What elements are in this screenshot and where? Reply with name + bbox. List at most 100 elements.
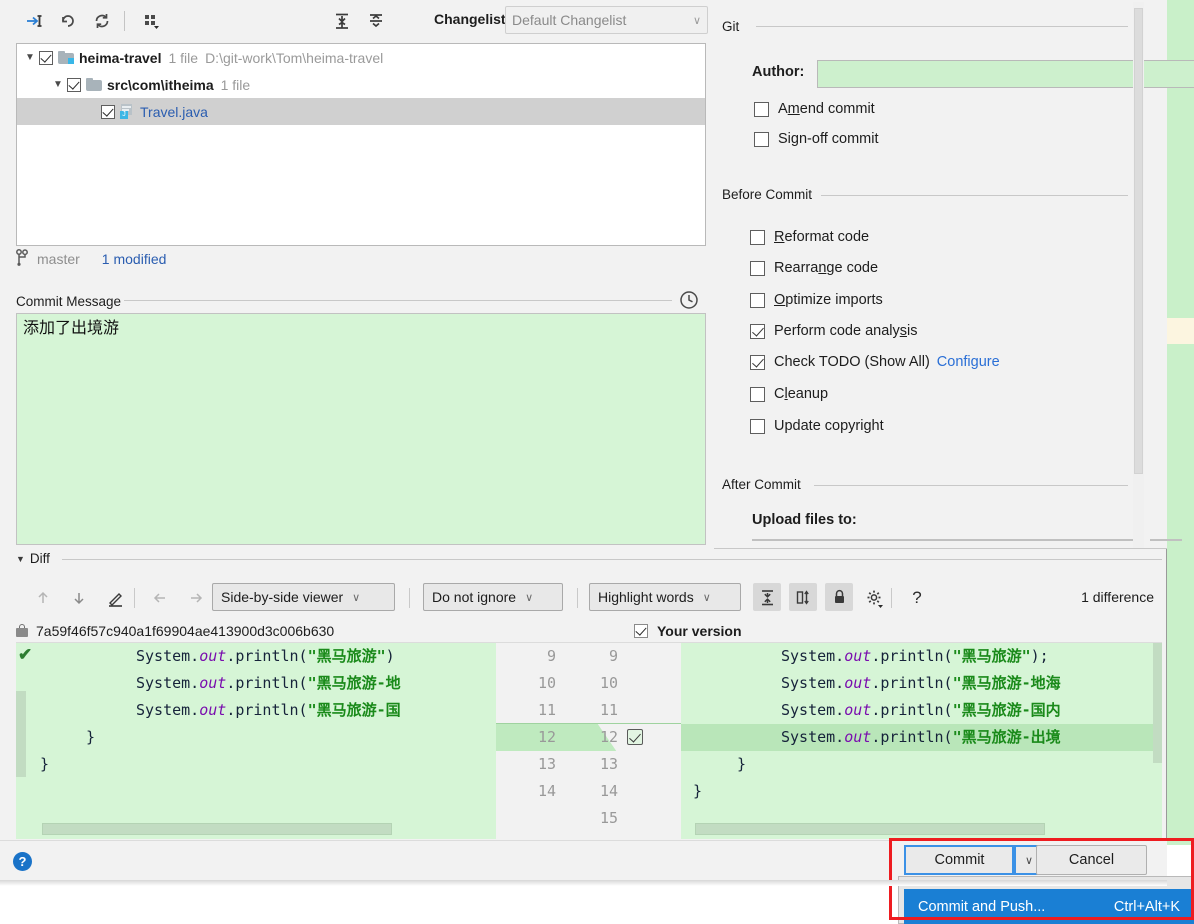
chevron-down-icon: ∨	[525, 591, 534, 604]
tree-checkbox[interactable]	[39, 50, 53, 65]
amend-commit-checkbox[interactable]: Amend commit	[754, 101, 875, 117]
project-folder-icon	[58, 51, 74, 64]
tree-row-project[interactable]: ▼ heima-travel 1 file D:\git-work\Tom\he…	[17, 44, 705, 71]
code-line: }	[737, 755, 747, 773]
arrow-up-icon[interactable]	[30, 585, 56, 611]
help-icon[interactable]: ?	[13, 852, 32, 871]
diff-section-header[interactable]: ▼ Diff	[16, 551, 50, 566]
your-version-checkbox[interactable]	[634, 624, 648, 638]
ignore-mode-dropdown[interactable]: Do not ignore ∨	[423, 583, 563, 611]
upload-files-input[interactable]	[752, 539, 1142, 541]
branch-icon	[16, 248, 29, 270]
ignore-mode-value: Do not ignore	[432, 589, 517, 605]
changelist-dropdown[interactable]: Default Changelist ∨	[505, 6, 708, 34]
changes-toolbar: Changelist: Default Changelist ∨	[0, 0, 714, 40]
cleanup-checkbox[interactable]: Cleanup	[750, 386, 828, 402]
arrow-left-icon[interactable]	[147, 585, 173, 611]
upload-browse-button[interactable]	[1150, 539, 1182, 541]
git-section-title: Git	[722, 19, 747, 34]
chevron-down-icon: ∨	[352, 591, 361, 604]
group-by-icon[interactable]	[140, 9, 164, 33]
checkbox-box[interactable]	[750, 260, 765, 276]
left-line-number: 13	[537, 755, 556, 773]
configure-todo-link[interactable]: Configure	[937, 354, 1000, 370]
chevron-down-icon[interactable]: ▼	[16, 554, 25, 564]
show-diff-icon[interactable]	[22, 9, 46, 33]
checkbox-box[interactable]	[754, 131, 769, 147]
optimize-imports-checkbox[interactable]: Optimize imports	[750, 292, 883, 308]
highlight-mode-dropdown[interactable]: Highlight words ∨	[589, 583, 741, 611]
after-commit-section-title: After Commit	[722, 477, 808, 492]
code-line: System.out.println("黑马旅游");	[781, 647, 1049, 665]
right-pane-scrollbar-thumb[interactable]	[1153, 643, 1162, 763]
pencil-icon[interactable]	[102, 585, 128, 611]
expand-all-icon[interactable]	[330, 9, 354, 33]
commit-button[interactable]: Commit	[904, 845, 1014, 875]
collapse-all-icon[interactable]	[364, 9, 388, 33]
checkbox-box[interactable]	[750, 229, 765, 245]
checkbox-box[interactable]	[750, 354, 765, 370]
tree-item-filecount: 1 file	[220, 76, 251, 93]
modified-files-link[interactable]: 1 modified	[102, 251, 167, 267]
check-todo-checkbox[interactable]: Check TODO (Show All) Configure	[750, 354, 1000, 370]
tree-item-label: heima-travel	[79, 49, 162, 66]
commit-message-input[interactable]: 添加了出境游	[16, 313, 706, 545]
sign-off-commit-checkbox[interactable]: Sign-off commit	[754, 131, 879, 147]
commit-options-panel: Git Author: Amend commit Sign-off commit…	[714, 0, 1194, 548]
left-line-number: 10	[537, 674, 556, 692]
right-line-number: 13	[599, 755, 618, 773]
rearrange-code-checkbox[interactable]: Rearrange code	[750, 260, 878, 276]
menu-item-shortcut: Ctrl+Alt+K	[1113, 898, 1180, 915]
left-pane-hscrollbar[interactable]	[42, 823, 392, 835]
cancel-button[interactable]: Cancel	[1036, 845, 1147, 875]
commit-changes-dialog: Changelist: Default Changelist ∨ ▼ heima…	[0, 0, 1194, 880]
gear-icon[interactable]	[861, 585, 887, 611]
arrow-right-icon[interactable]	[183, 585, 209, 611]
diff-right-pane[interactable]: System.out.println("黑马旅游"); System.out.p…	[681, 643, 1162, 839]
right-pane-hscrollbar[interactable]	[695, 823, 1045, 835]
diff-section-rule	[62, 559, 1162, 560]
refresh-icon[interactable]	[90, 9, 114, 33]
accept-change-checkbox[interactable]	[627, 729, 643, 745]
checkbox-box[interactable]	[750, 418, 765, 434]
rollback-icon[interactable]	[56, 9, 80, 33]
checkbox-box[interactable]	[750, 292, 765, 308]
options-scrollbar-thumb[interactable]	[1134, 8, 1143, 474]
tree-checkbox[interactable]	[101, 104, 115, 119]
code-line: }	[693, 782, 703, 800]
chevron-down-icon[interactable]: ▼	[23, 52, 37, 63]
commit-and-push-menu-item[interactable]: Commit and Push... Ctrl+Alt+K	[904, 889, 1194, 924]
collapse-unchanged-icon[interactable]	[753, 583, 781, 611]
diff-section-title: Diff	[29, 551, 50, 566]
history-clock-icon[interactable]	[678, 289, 700, 311]
diff-body: 9 10 11 12 13 14 9 10 11 12 13 14 15 ✔ S…	[16, 642, 1162, 839]
question-mark-icon[interactable]: ?	[904, 585, 930, 611]
align-changes-icon[interactable]	[789, 583, 817, 611]
update-copyright-checkbox[interactable]: Update copyright	[750, 418, 884, 434]
diff-left-pane[interactable]: ✔ System.out.println("黑马旅游") System.out.…	[16, 643, 496, 839]
checkbox-box[interactable]	[750, 323, 765, 339]
checkbox-box[interactable]	[754, 101, 769, 117]
left-line-number: 14	[537, 782, 556, 800]
diff-toolbar-separator	[577, 588, 578, 608]
tree-checkbox[interactable]	[67, 77, 81, 92]
reformat-code-checkbox[interactable]: Reformat code	[750, 229, 869, 245]
code-line-changed: System.out.println("黑马旅游-出境	[781, 728, 1061, 746]
arrow-down-icon[interactable]	[66, 585, 92, 611]
commit-message-rule	[124, 300, 672, 301]
viewer-mode-dropdown[interactable]: Side-by-side viewer ∨	[212, 583, 395, 611]
checkbox-box[interactable]	[750, 386, 765, 402]
code-line: System.out.println("黑马旅游-地	[136, 674, 401, 692]
checkbox-label: Sign-off commit	[778, 131, 879, 147]
lock-icon[interactable]	[825, 583, 853, 611]
changed-files-tree[interactable]: ▼ heima-travel 1 file D:\git-work\Tom\he…	[16, 43, 706, 246]
perform-code-analysis-checkbox[interactable]: Perform code analysis	[750, 323, 917, 339]
branch-name: master	[37, 251, 80, 267]
code-line: System.out.println("黑马旅游")	[136, 647, 395, 665]
chevron-down-icon[interactable]: ▼	[51, 79, 65, 90]
code-line: System.out.println("黑马旅游-国	[136, 701, 401, 719]
code-line: }	[40, 755, 50, 773]
tree-row-package[interactable]: ▼ src\com\itheima 1 file	[17, 71, 705, 98]
tree-row-file[interactable]: J Travel.java	[17, 98, 705, 125]
checkbox-label: Reformat code	[774, 229, 870, 245]
